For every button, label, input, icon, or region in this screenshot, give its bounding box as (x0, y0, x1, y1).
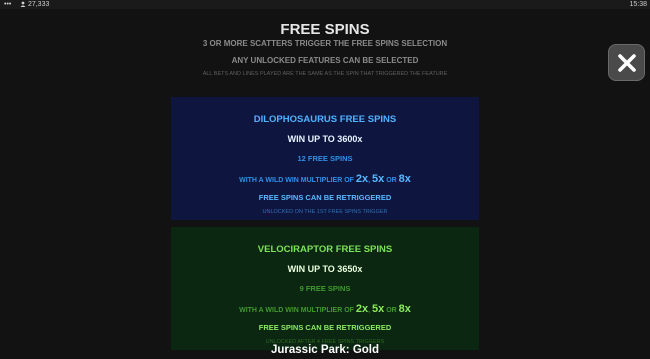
multiplier-5x: 5x (372, 303, 385, 315)
multiplier-or: OR (384, 177, 399, 184)
game-title: Jurassic Park: Gold (270, 344, 380, 356)
user-icon (20, 1, 26, 7)
panel-retrigger: FREE SPINS CAN BE RETRIGGERED (258, 193, 392, 202)
more-dots-icon[interactable]: ••• (4, 0, 11, 9)
velociraptor-panel: VELOCIRAPTOR FREE SPINS WIN UP TO 3650x … (171, 227, 479, 350)
panel-title: DILOPHOSAURUS FREE SPINS (253, 114, 397, 125)
multiplier-8x: 8x (398, 173, 411, 185)
status-bar: ••• 27,333 15:38 (0, 0, 650, 9)
panel-win: WIN UP TO 3650x (287, 264, 363, 274)
multiplier-or: OR (384, 307, 399, 314)
clock: 15:38 (629, 1, 647, 8)
panel-multiplier: WITH A WILD WIN MULTIPLIER OF 2x, 5x OR … (171, 173, 479, 185)
close-icon (617, 53, 636, 72)
multiplier-prefix: WITH A WILD WIN MULTIPLIER OF (239, 307, 356, 314)
multiplier-8x: 8x (398, 303, 411, 315)
multiplier-2x: 2x (355, 173, 369, 185)
panel-spins: 12 FREE SPINS (297, 154, 353, 163)
info-line-bets: ALL BETS AND LINES PLAYED ARE THE SAME A… (202, 71, 448, 77)
panel-multiplier: WITH A WILD WIN MULTIPLIER OF 2x, 5x OR … (171, 303, 479, 315)
balance-value: 27,333 (27, 1, 50, 8)
multiplier-2x: 2x (355, 303, 369, 315)
multiplier-prefix: WITH A WILD WIN MULTIPLIER OF (239, 177, 356, 184)
panel-retrigger: FREE SPINS CAN BE RETRIGGERED (258, 323, 392, 332)
panel-spins: 9 FREE SPINS (299, 284, 351, 293)
multiplier-5x: 5x (372, 173, 385, 185)
panel-unlock: UNLOCKED ON THE 1ST FREE SPINS TRIGGER (262, 209, 388, 215)
panel-title: VELOCIRAPTOR FREE SPINS (257, 244, 393, 255)
panel-win: WIN UP TO 3600x (287, 134, 363, 144)
paytable-page: FREE SPINS 3 OR MORE SCATTERS TRIGGER TH… (0, 9, 650, 359)
balance-display: 27,333 (20, 0, 49, 9)
dilophosaurus-panel: DILOPHOSAURUS FREE SPINS WIN UP TO 3600x… (171, 97, 479, 220)
close-button[interactable] (608, 44, 645, 81)
info-line-scatters: 3 OR MORE SCATTERS TRIGGER THE FREE SPIN… (202, 39, 448, 48)
page-title: FREE SPINS (280, 21, 370, 38)
info-line-features: ANY UNLOCKED FEATURES CAN BE SELECTED (231, 56, 419, 65)
